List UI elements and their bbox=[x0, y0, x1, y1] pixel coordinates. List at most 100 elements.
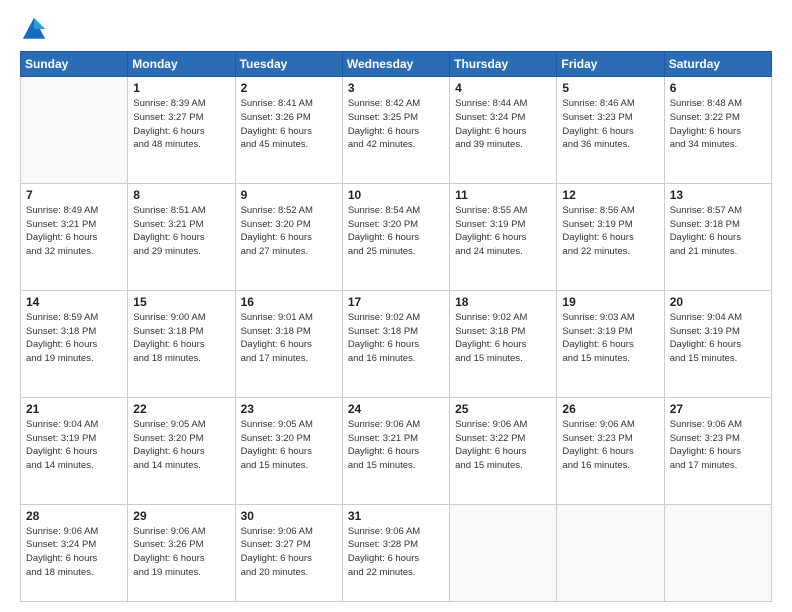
day-number: 18 bbox=[455, 295, 551, 309]
calendar-cell: 29 Sunrise: 9:06 AM Sunset: 3:26 PM Dayli… bbox=[128, 504, 235, 601]
day-info: Sunrise: 8:56 AM Sunset: 3:19 PM Dayligh… bbox=[562, 204, 658, 259]
calendar-cell: 23 Sunrise: 9:05 AM Sunset: 3:20 PM Dayli… bbox=[235, 397, 342, 504]
calendar-cell: 27 Sunrise: 9:06 AM Sunset: 3:23 PM Dayli… bbox=[664, 397, 771, 504]
day-number: 23 bbox=[241, 402, 337, 416]
calendar-cell: 26 Sunrise: 9:06 AM Sunset: 3:23 PM Dayli… bbox=[557, 397, 664, 504]
calendar-week-row: 21 Sunrise: 9:04 AM Sunset: 3:19 PM Dayli… bbox=[21, 397, 772, 504]
day-number: 11 bbox=[455, 188, 551, 202]
day-info: Sunrise: 9:06 AM Sunset: 3:21 PM Dayligh… bbox=[348, 418, 444, 473]
day-number: 17 bbox=[348, 295, 444, 309]
day-number: 5 bbox=[562, 81, 658, 95]
calendar-week-row: 7 Sunrise: 8:49 AM Sunset: 3:21 PM Daylig… bbox=[21, 183, 772, 290]
calendar-cell: 24 Sunrise: 9:06 AM Sunset: 3:21 PM Dayli… bbox=[342, 397, 449, 504]
day-number: 29 bbox=[133, 509, 229, 523]
day-number: 31 bbox=[348, 509, 444, 523]
calendar-cell: 4Sunrise: 8:44 AM Sunset: 3:24 PM Daylig… bbox=[450, 77, 557, 184]
day-info: Sunrise: 9:06 AM Sunset: 3:28 PM Dayligh… bbox=[348, 525, 444, 580]
calendar-cell: 15 Sunrise: 9:00 AM Sunset: 3:18 PM Dayli… bbox=[128, 290, 235, 397]
calendar-cell: 25Sunrise: 9:06 AM Sunset: 3:22 PM Dayli… bbox=[450, 397, 557, 504]
calendar-cell: 19 Sunrise: 9:03 AM Sunset: 3:19 PM Dayli… bbox=[557, 290, 664, 397]
calendar-cell: 22 Sunrise: 9:05 AM Sunset: 3:20 PM Dayli… bbox=[128, 397, 235, 504]
calendar-cell: 6 Sunrise: 8:48 AM Sunset: 3:22 PM Daylig… bbox=[664, 77, 771, 184]
weekday-header-tuesday: Tuesday bbox=[235, 52, 342, 77]
calendar-cell bbox=[450, 504, 557, 601]
day-info: Sunrise: 8:42 AM Sunset: 3:25 PM Dayligh… bbox=[348, 97, 444, 152]
weekday-header-saturday: Saturday bbox=[664, 52, 771, 77]
logo-icon bbox=[20, 15, 48, 43]
calendar-cell: 12Sunrise: 8:56 AM Sunset: 3:19 PM Dayli… bbox=[557, 183, 664, 290]
calendar-cell bbox=[557, 504, 664, 601]
weekday-header-sunday: Sunday bbox=[21, 52, 128, 77]
calendar-cell: 10 Sunrise: 8:54 AM Sunset: 3:20 PM Dayli… bbox=[342, 183, 449, 290]
calendar-cell: 11Sunrise: 8:55 AM Sunset: 3:19 PM Dayli… bbox=[450, 183, 557, 290]
calendar-cell: 13 Sunrise: 8:57 AM Sunset: 3:18 PM Dayli… bbox=[664, 183, 771, 290]
day-info: Sunrise: 8:49 AM Sunset: 3:21 PM Dayligh… bbox=[26, 204, 122, 259]
day-number: 7 bbox=[26, 188, 122, 202]
day-info: Sunrise: 8:54 AM Sunset: 3:20 PM Dayligh… bbox=[348, 204, 444, 259]
day-info: Sunrise: 9:00 AM Sunset: 3:18 PM Dayligh… bbox=[133, 311, 229, 366]
day-number: 10 bbox=[348, 188, 444, 202]
day-info: Sunrise: 9:06 AM Sunset: 3:27 PM Dayligh… bbox=[241, 525, 337, 580]
day-number: 6 bbox=[670, 81, 766, 95]
day-info: Sunrise: 9:06 AM Sunset: 3:26 PM Dayligh… bbox=[133, 525, 229, 580]
day-info: Sunrise: 8:59 AM Sunset: 3:18 PM Dayligh… bbox=[26, 311, 122, 366]
day-info: Sunrise: 8:39 AM Sunset: 3:27 PM Dayligh… bbox=[133, 97, 229, 152]
day-number: 14 bbox=[26, 295, 122, 309]
calendar-cell: 21 Sunrise: 9:04 AM Sunset: 3:19 PM Dayli… bbox=[21, 397, 128, 504]
day-info: Sunrise: 9:06 AM Sunset: 3:24 PM Dayligh… bbox=[26, 525, 122, 580]
day-number: 2 bbox=[241, 81, 337, 95]
day-number: 20 bbox=[670, 295, 766, 309]
day-number: 21 bbox=[26, 402, 122, 416]
weekday-header-friday: Friday bbox=[557, 52, 664, 77]
day-number: 3 bbox=[348, 81, 444, 95]
calendar-cell: 30 Sunrise: 9:06 AM Sunset: 3:27 PM Dayli… bbox=[235, 504, 342, 601]
day-info: Sunrise: 9:03 AM Sunset: 3:19 PM Dayligh… bbox=[562, 311, 658, 366]
calendar-table: SundayMondayTuesdayWednesdayThursdayFrid… bbox=[20, 51, 772, 602]
day-number: 30 bbox=[241, 509, 337, 523]
day-info: Sunrise: 9:06 AM Sunset: 3:23 PM Dayligh… bbox=[562, 418, 658, 473]
day-info: Sunrise: 9:04 AM Sunset: 3:19 PM Dayligh… bbox=[670, 311, 766, 366]
page: SundayMondayTuesdayWednesdayThursdayFrid… bbox=[0, 0, 792, 612]
day-info: Sunrise: 9:02 AM Sunset: 3:18 PM Dayligh… bbox=[455, 311, 551, 366]
calendar-week-row: 28 Sunrise: 9:06 AM Sunset: 3:24 PM Dayli… bbox=[21, 504, 772, 601]
calendar-week-row: 14 Sunrise: 8:59 AM Sunset: 3:18 PM Dayli… bbox=[21, 290, 772, 397]
day-number: 22 bbox=[133, 402, 229, 416]
day-info: Sunrise: 8:52 AM Sunset: 3:20 PM Dayligh… bbox=[241, 204, 337, 259]
day-info: Sunrise: 9:05 AM Sunset: 3:20 PM Dayligh… bbox=[241, 418, 337, 473]
day-info: Sunrise: 8:46 AM Sunset: 3:23 PM Dayligh… bbox=[562, 97, 658, 152]
logo bbox=[20, 15, 52, 43]
header bbox=[20, 15, 772, 43]
day-number: 16 bbox=[241, 295, 337, 309]
day-info: Sunrise: 9:06 AM Sunset: 3:23 PM Dayligh… bbox=[670, 418, 766, 473]
day-info: Sunrise: 8:41 AM Sunset: 3:26 PM Dayligh… bbox=[241, 97, 337, 152]
calendar-cell: 8 Sunrise: 8:51 AM Sunset: 3:21 PM Daylig… bbox=[128, 183, 235, 290]
calendar-cell: 14 Sunrise: 8:59 AM Sunset: 3:18 PM Dayli… bbox=[21, 290, 128, 397]
calendar-cell: 28 Sunrise: 9:06 AM Sunset: 3:24 PM Dayli… bbox=[21, 504, 128, 601]
day-info: Sunrise: 9:05 AM Sunset: 3:20 PM Dayligh… bbox=[133, 418, 229, 473]
day-number: 1 bbox=[133, 81, 229, 95]
calendar-cell: 20 Sunrise: 9:04 AM Sunset: 3:19 PM Dayli… bbox=[664, 290, 771, 397]
day-info: Sunrise: 8:51 AM Sunset: 3:21 PM Dayligh… bbox=[133, 204, 229, 259]
calendar-cell: 17 Sunrise: 9:02 AM Sunset: 3:18 PM Dayli… bbox=[342, 290, 449, 397]
calendar-week-row: 1 Sunrise: 8:39 AM Sunset: 3:27 PM Daylig… bbox=[21, 77, 772, 184]
calendar-cell: 18 Sunrise: 9:02 AM Sunset: 3:18 PM Dayli… bbox=[450, 290, 557, 397]
day-info: Sunrise: 9:02 AM Sunset: 3:18 PM Dayligh… bbox=[348, 311, 444, 366]
day-number: 15 bbox=[133, 295, 229, 309]
day-number: 9 bbox=[241, 188, 337, 202]
weekday-header-monday: Monday bbox=[128, 52, 235, 77]
day-number: 24 bbox=[348, 402, 444, 416]
day-number: 27 bbox=[670, 402, 766, 416]
calendar-cell bbox=[21, 77, 128, 184]
calendar-cell: 2 Sunrise: 8:41 AM Sunset: 3:26 PM Daylig… bbox=[235, 77, 342, 184]
day-number: 8 bbox=[133, 188, 229, 202]
day-info: Sunrise: 9:04 AM Sunset: 3:19 PM Dayligh… bbox=[26, 418, 122, 473]
calendar-cell: 7 Sunrise: 8:49 AM Sunset: 3:21 PM Daylig… bbox=[21, 183, 128, 290]
calendar-cell: 9 Sunrise: 8:52 AM Sunset: 3:20 PM Daylig… bbox=[235, 183, 342, 290]
calendar-cell: 16Sunrise: 9:01 AM Sunset: 3:18 PM Dayli… bbox=[235, 290, 342, 397]
day-number: 28 bbox=[26, 509, 122, 523]
day-info: Sunrise: 8:48 AM Sunset: 3:22 PM Dayligh… bbox=[670, 97, 766, 152]
day-info: Sunrise: 8:57 AM Sunset: 3:18 PM Dayligh… bbox=[670, 204, 766, 259]
day-number: 13 bbox=[670, 188, 766, 202]
day-number: 26 bbox=[562, 402, 658, 416]
day-number: 19 bbox=[562, 295, 658, 309]
